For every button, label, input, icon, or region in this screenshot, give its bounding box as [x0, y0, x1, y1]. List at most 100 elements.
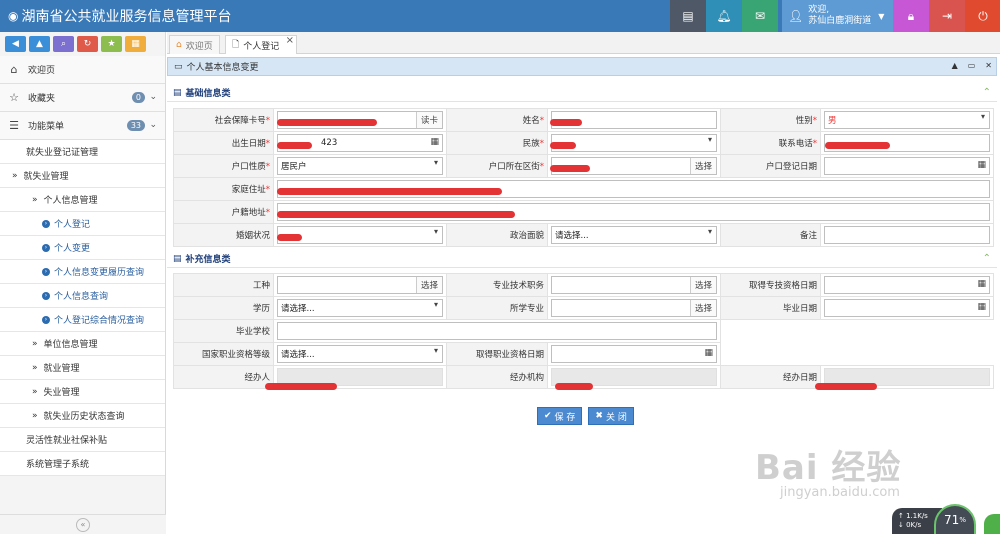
menu-item-unit-info[interactable]: » 单位信息管理: [0, 332, 165, 356]
panel-header: ▭ 个人基本信息变更 ▲ ▭ ✕: [167, 57, 997, 76]
double-chevron-icon: »: [32, 194, 38, 205]
arrow-circle-icon: ›: [42, 219, 50, 228]
mail-icon[interactable]: ✉: [742, 0, 778, 32]
menu-item-flexible-subsidy[interactable]: 灵活性就业社保补贴: [0, 428, 165, 452]
redaction-mark: [825, 142, 890, 149]
menu-item-unemployment[interactable]: » 失业管理: [0, 380, 165, 404]
job-input[interactable]: 选择: [277, 276, 443, 294]
section-extra-header: ▤ 补充信息类 ⌃: [167, 250, 997, 268]
double-chevron-icon: »: [32, 410, 38, 421]
sidebar-collapse[interactable]: «: [0, 514, 166, 534]
marital-label: 婚姻状况: [173, 223, 274, 247]
tech-date-input[interactable]: ▦: [824, 276, 990, 294]
section-basic-header: ▤ 基础信息类 ⌃: [167, 84, 997, 102]
menu-item-personal-info[interactable]: » 个人信息管理: [0, 188, 165, 212]
close-icon: ✖: [595, 411, 603, 421]
chevron-up-icon[interactable]: ⌃: [983, 253, 991, 264]
list-icon: ☰: [9, 119, 19, 132]
logout-icon[interactable]: ⇥: [929, 0, 965, 32]
redaction-mark: [277, 211, 515, 218]
top-bar: ◉ 湖南省公共就业服务信息管理平台 ▤ 🔔︎ ✉ 👤︎ 欢迎, 苏仙白鹿洞街道 …: [0, 0, 1000, 32]
level-select[interactable]: 请选择... ▾: [277, 345, 443, 363]
star-outline-icon: ☆: [9, 91, 19, 104]
select-button[interactable]: 选择: [689, 300, 716, 316]
school-input[interactable]: [277, 322, 717, 340]
read-card-button[interactable]: 读卡: [415, 112, 442, 128]
tab-bar: ⌂ 欢迎页 🗋︎ 个人登记 ×: [167, 32, 1000, 54]
menu-item-personal-change[interactable]: › 个人变更: [0, 236, 165, 260]
gender-select[interactable]: 男 ▾: [824, 111, 990, 129]
menu-item-register-summary[interactable]: › 个人登记综合情况查询: [0, 308, 165, 332]
menu-item-history-status[interactable]: » 就失业历史状态查询: [0, 404, 165, 428]
up-icon[interactable]: ▲: [29, 36, 50, 52]
upload-speed: 1.1K/s: [906, 512, 928, 520]
grid-icon[interactable]: ▦: [125, 36, 146, 52]
close-icon[interactable]: ×: [286, 35, 294, 46]
menu-item-employment[interactable]: » 就业管理: [0, 356, 165, 380]
menu-item-registration-cert[interactable]: 就失业登记证管理: [0, 140, 165, 164]
refresh-icon[interactable]: ↻: [77, 36, 98, 52]
ssn-label: 社会保障卡号*: [173, 108, 274, 132]
menu-item-change-history[interactable]: › 个人信息变更履历查询: [0, 260, 165, 284]
select-button[interactable]: 选择: [689, 158, 716, 174]
user-menu[interactable]: 👤︎ 欢迎, 苏仙白鹿洞街道 ▼: [782, 0, 893, 32]
sidebar-item-menu[interactable]: ☰ 功能菜单 33 ⌄: [0, 112, 165, 140]
redaction-mark: [277, 119, 377, 126]
back-icon[interactable]: ◀: [5, 36, 26, 52]
select-button[interactable]: 选择: [415, 277, 442, 293]
select-button[interactable]: 选择: [689, 277, 716, 293]
cpu-value: 71: [944, 513, 960, 527]
close-icon[interactable]: ✕: [985, 61, 992, 70]
menu-label: 个人信息查询: [54, 292, 109, 302]
sidebar-toolbar: ◀ ▲ ⌕ ↻ ★ ▦: [0, 32, 165, 56]
menu-label: 就业管理: [43, 364, 80, 374]
power-icon[interactable]: ⏻: [965, 0, 1000, 32]
home-icon: ⌂: [176, 40, 182, 50]
edu-select[interactable]: 请选择... ▾: [277, 299, 443, 317]
tech-input[interactable]: 选择: [551, 276, 717, 294]
maximize-icon[interactable]: ▭: [968, 61, 976, 70]
action-buttons: ✔ 保 存 ✖ 关 闭: [537, 407, 634, 425]
marital-select[interactable]: ▾: [277, 226, 443, 244]
sidebar-item-welcome[interactable]: ⌂ 欢迎页: [0, 56, 165, 84]
section-icon: ▤: [173, 253, 182, 264]
collapse-icon[interactable]: ▲: [952, 61, 958, 70]
caret-down-icon: ▾: [433, 346, 438, 355]
monitor-icon[interactable]: ▤: [670, 0, 706, 32]
note-input[interactable]: [824, 226, 990, 244]
bell-icon[interactable]: 🔔︎: [706, 0, 742, 32]
school-label: 毕业学校: [173, 319, 274, 343]
status-ball-icon[interactable]: [984, 514, 1000, 534]
menu-item-employment-mgmt[interactable]: » 就失业管理: [0, 164, 165, 188]
phone-label: 联系电话*: [720, 131, 821, 155]
caret-down-icon: ▾: [980, 112, 985, 121]
menu-item-system-admin[interactable]: 系统管理子系统: [0, 452, 165, 476]
grad-date-label: 毕业日期: [720, 296, 821, 320]
sidebar-item-favorites[interactable]: ☆ 收藏夹 0 ⌄: [0, 84, 165, 112]
hukou-date-input[interactable]: ▦: [824, 157, 990, 175]
star-icon[interactable]: ★: [101, 36, 122, 52]
level-date-input[interactable]: ▦: [551, 345, 717, 363]
menu-label: 就失业登记证管理: [26, 148, 99, 158]
chevron-up-icon[interactable]: ⌃: [983, 87, 991, 98]
chevron-down-icon: ⌄: [149, 92, 157, 102]
menu-item-info-query[interactable]: › 个人信息查询: [0, 284, 165, 308]
redaction-mark: [550, 119, 582, 126]
search-icon[interactable]: ⌕: [53, 36, 74, 52]
ethnic-select[interactable]: ▾: [551, 134, 717, 152]
political-select[interactable]: 请选择... ▾: [551, 226, 717, 244]
close-button[interactable]: ✖ 关 闭: [588, 407, 634, 425]
tab-personal-register[interactable]: 🗋︎ 个人登记 ×: [225, 35, 297, 54]
lock-icon[interactable]: 🔒︎: [893, 0, 929, 32]
menu-item-personal-register[interactable]: › 个人登记: [0, 212, 165, 236]
tab-welcome[interactable]: ⌂ 欢迎页: [169, 35, 220, 54]
grad-date-input[interactable]: ▦: [824, 299, 990, 317]
hukou-type-select[interactable]: 居民户 ▾: [277, 157, 443, 175]
birth-label: 出生日期*: [173, 131, 274, 155]
calendar-icon: ▦: [977, 160, 986, 170]
double-chevron-icon: »: [12, 170, 18, 181]
political-label: 政治面貌: [446, 223, 548, 247]
double-chevron-icon: »: [32, 362, 38, 373]
save-button[interactable]: ✔ 保 存: [537, 407, 583, 425]
major-input[interactable]: 选择: [551, 299, 717, 317]
